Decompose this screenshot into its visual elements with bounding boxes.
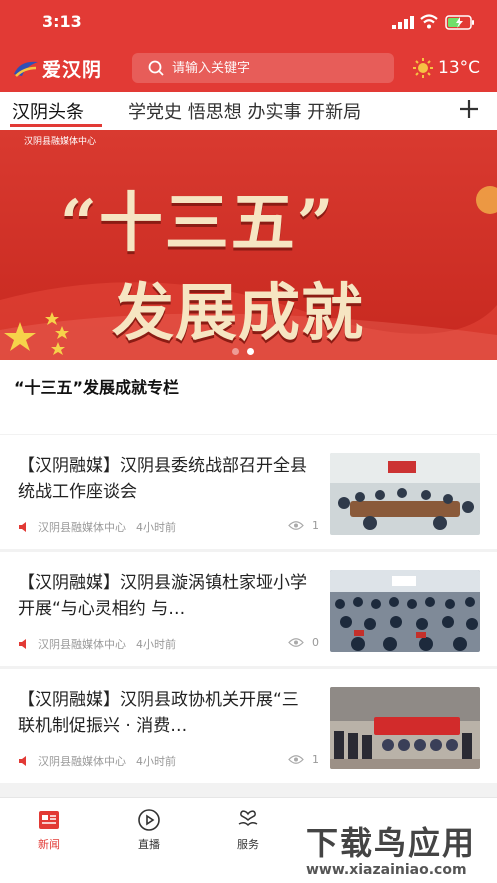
status-bar: 3:13: [0, 0, 497, 46]
news-source: 汉阴县融媒体中心: [38, 755, 126, 768]
eye-icon: [288, 521, 304, 530]
news-meta: 汉阴县融媒体中心 4小时前: [18, 753, 176, 769]
add-channel-icon[interactable]: [456, 96, 482, 122]
news-time: 4小时前: [136, 755, 176, 768]
news-views: 1: [288, 519, 319, 532]
news-thumbnail: [330, 687, 480, 769]
news-source: 汉阴县融媒体中心: [38, 521, 126, 534]
speaker-icon: [19, 522, 26, 532]
weather-widget[interactable]: 13°C: [412, 54, 480, 82]
battery-charging-icon: [445, 15, 474, 30]
speaker-icon: [19, 756, 26, 766]
carousel-dot-active[interactable]: [247, 348, 254, 355]
news-item[interactable]: 【汉阴融媒】汉阴县委统战部召开全县统战工作座谈会 汉阴县融媒体中心 4小时前 1: [0, 435, 497, 549]
view-count: 1: [312, 519, 319, 532]
speaker-icon: [19, 639, 26, 649]
app-logo: 爱汉阴: [12, 54, 102, 82]
banner-caption-text: “十三五”发展成就专栏: [14, 378, 180, 397]
news-meta: 汉阴县融媒体中心 4小时前: [18, 636, 176, 652]
sun-icon: [413, 58, 433, 78]
banner-caption[interactable]: “十三五”发展成就专栏: [0, 360, 497, 434]
eye-icon: [288, 638, 304, 647]
news-item[interactable]: 【汉阴融媒】汉阴县政协机关开展“三联机制促振兴 · 消费… 汉阴县融媒体中心 4…: [0, 669, 497, 783]
tab-headline[interactable]: 汉阴头条: [12, 98, 84, 124]
top-bar: 3:13 爱汉阴 请输入关键字 13°C: [0, 0, 497, 92]
search-input[interactable]: [172, 60, 372, 76]
carousel-dots: [232, 348, 254, 355]
news-time: 4小时前: [136, 638, 176, 651]
news-thumbnail: [330, 570, 480, 652]
app-header: 爱汉阴 13°C: [0, 46, 497, 92]
news-title: 【汉阴融媒】汉阴县政协机关开展“三联机制促振兴 · 消费…: [18, 690, 299, 736]
nav-news-label: 新闻: [38, 838, 60, 851]
news-icon: [39, 811, 59, 829]
watermark-url: www.xiazainiao.com: [306, 862, 467, 878]
channel-tabs: 汉阴头条 学党史 悟思想 办实事 开新局: [0, 92, 497, 130]
view-count: 1: [312, 753, 319, 766]
temperature: 13°C: [438, 58, 481, 78]
cellular-signal-icon: [392, 16, 414, 29]
news-item[interactable]: 【汉阴融媒】汉阴县漩涡镇杜家垭小学开展“与心灵相约 与… 汉阴县融媒体中心 4小…: [0, 552, 497, 666]
search-icon: [148, 60, 164, 76]
active-tab-indicator: [10, 124, 102, 127]
carousel-dot[interactable]: [232, 348, 239, 355]
news-title: 【汉阴融媒】汉阴县委统战部召开全县统战工作座谈会: [18, 456, 307, 502]
search-box[interactable]: [132, 53, 394, 83]
watermark-title: 下载鸟应用: [306, 824, 477, 862]
nav-live-label: 直播: [138, 838, 160, 851]
watermark: 下载鸟应用 www.xiazainiao.com: [300, 818, 497, 883]
news-views: 1: [288, 753, 319, 766]
news-thumbnail: [330, 453, 480, 535]
banner-source: 汉阴县融媒体中心: [24, 137, 97, 147]
nav-live[interactable]: 直播: [119, 808, 179, 852]
play-icon: [138, 809, 160, 831]
eye-icon: [288, 755, 304, 764]
tab-party-history[interactable]: 学党史 悟思想 办实事 开新局: [128, 98, 361, 124]
news-time: 4小时前: [136, 521, 176, 534]
news-title: 【汉阴融媒】汉阴县漩涡镇杜家垭小学开展“与心灵相约 与…: [18, 573, 307, 619]
news-source: 汉阴县融媒体中心: [38, 638, 126, 651]
news-views: 0: [288, 636, 319, 649]
nav-service-label: 服务: [237, 838, 259, 851]
wifi-icon: [420, 14, 438, 29]
heart-hand-icon: [238, 810, 258, 827]
banner-carousel[interactable]: 汉阴县融媒体中心 “十三五” 发展成就: [0, 130, 497, 360]
view-count: 0: [312, 636, 319, 649]
banner-headline-1: “十三五”: [60, 186, 336, 261]
logo-mark-icon: [14, 61, 38, 77]
nav-news[interactable]: 新闻: [19, 808, 79, 852]
status-time: 3:13: [42, 12, 82, 31]
news-meta: 汉阴县融媒体中心 4小时前: [18, 519, 176, 535]
nav-service[interactable]: 服务: [218, 808, 278, 852]
banner-headline-2: 发展成就: [112, 276, 365, 349]
logo-text: 爱汉阴: [42, 58, 103, 81]
